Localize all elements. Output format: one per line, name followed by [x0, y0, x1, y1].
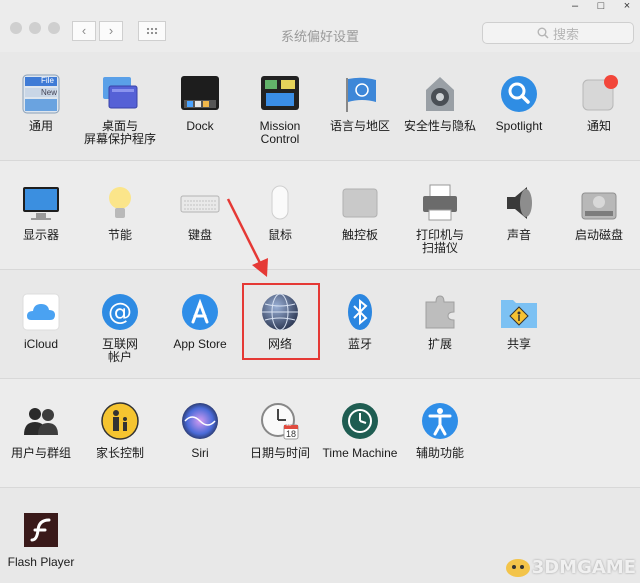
parental-controls-icon — [100, 401, 140, 441]
pref-flash-player[interactable]: Flash Player — [2, 510, 80, 569]
pref-sound[interactable]: 声音 — [480, 183, 558, 242]
desktop-screensaver-icon — [100, 74, 140, 114]
pref-label: 用户与群组 — [10, 446, 71, 460]
pref-label: 共享 — [506, 337, 531, 351]
pref-label: 打印机与 扫描仪 — [415, 228, 464, 255]
window-controls: – □ × — [562, 0, 640, 12]
pref-trackpad[interactable]: 触控板 — [321, 183, 399, 242]
pref-label: 启动磁盘 — [574, 228, 623, 242]
annotation-arrow-icon — [226, 198, 268, 277]
search-field[interactable]: 搜索 — [482, 22, 634, 44]
pref-label: iCloud — [23, 337, 59, 351]
watermark: 3DMGAME — [504, 556, 636, 578]
pref-notifications[interactable]: 通知 — [560, 74, 638, 133]
pref-printers-scanners[interactable]: 打印机与 扫描仪 — [401, 183, 479, 255]
minimize-button[interactable]: – — [562, 0, 588, 12]
pref-users-groups[interactable]: 用户与群组 — [2, 401, 80, 460]
keyboard-icon — [180, 183, 220, 223]
pref-label: 触控板 — [341, 228, 378, 242]
pref-label: Siri — [191, 446, 209, 460]
security-privacy-icon — [420, 74, 460, 114]
pref-label: App Store — [173, 337, 227, 351]
pref-accessibility[interactable]: 辅助功能 — [401, 401, 479, 460]
time-machine-icon — [340, 401, 380, 441]
pref-energy-saver[interactable]: 节能 — [81, 183, 159, 242]
energy-saver-icon — [100, 183, 140, 223]
pref-startup-disk[interactable]: 启动磁盘 — [560, 183, 638, 242]
calendar-month-text: JUL — [286, 423, 292, 427]
watermark-logo-icon — [505, 559, 530, 577]
startup-disk-icon — [579, 183, 619, 223]
general-icon-new-text: New — [41, 88, 58, 97]
pref-label: 语言与地区 — [329, 119, 390, 133]
bluetooth-icon — [340, 292, 380, 332]
pref-label: 辅助功能 — [415, 446, 464, 460]
search-placeholder: 搜索 — [552, 26, 579, 42]
pref-label: 通知 — [586, 119, 611, 133]
pref-label: 蓝牙 — [347, 337, 372, 351]
pref-icloud[interactable]: iCloud — [2, 292, 80, 351]
pref-security-privacy[interactable]: 安全性与隐私 — [401, 74, 479, 133]
sound-icon — [499, 183, 539, 223]
trackpad-icon — [340, 183, 380, 223]
mission-control-icon — [260, 74, 300, 114]
close-button[interactable]: × — [614, 0, 640, 12]
internet-accounts-icon: @ — [100, 292, 140, 332]
calendar-day-text: 18 — [286, 429, 297, 439]
pref-language-region[interactable]: 语言与地区 — [321, 74, 399, 133]
pref-time-machine[interactable]: Time Machine — [321, 401, 399, 460]
pref-label: 日期与时间 — [249, 446, 310, 460]
search-icon — [537, 27, 549, 39]
pref-bluetooth[interactable]: 蓝牙 — [321, 292, 399, 351]
extensions-icon — [420, 292, 460, 332]
dock-icon — [180, 74, 220, 114]
pref-siri[interactable]: Siri — [161, 401, 239, 460]
pref-mission-control[interactable]: Mission Control — [241, 74, 319, 146]
pref-extensions[interactable]: 扩展 — [401, 292, 479, 351]
pref-label: 桌面与 屏幕保护程序 — [83, 119, 156, 146]
pref-parental-controls[interactable]: 家长控制 — [81, 401, 159, 460]
displays-icon — [21, 183, 61, 223]
pref-label: Time Machine — [322, 446, 398, 460]
pref-desktop-screensaver[interactable]: 桌面与 屏幕保护程序 — [81, 74, 159, 146]
pref-label: 互联网 帐户 — [101, 337, 138, 364]
date-time-icon: JUL 18 — [260, 401, 300, 441]
app-store-icon — [180, 292, 220, 332]
pref-label: 扩展 — [427, 337, 452, 351]
pref-dock[interactable]: Dock — [161, 74, 239, 133]
pref-app-store[interactable]: App Store — [161, 292, 239, 351]
notifications-icon — [579, 74, 619, 114]
accessibility-icon — [420, 401, 460, 441]
pref-label: Flash Player — [7, 555, 75, 569]
printers-scanners-icon — [420, 183, 460, 223]
pref-internet-accounts[interactable]: @ 互联网 帐户 — [81, 292, 159, 364]
pref-label: 通用 — [28, 119, 53, 133]
sharing-icon — [499, 292, 539, 332]
spotlight-icon — [499, 74, 539, 114]
pref-label: Dock — [186, 119, 214, 133]
pref-label: 安全性与隐私 — [403, 119, 476, 133]
language-region-icon — [340, 74, 380, 114]
pref-date-time[interactable]: JUL 18 日期与时间 — [241, 401, 319, 460]
icloud-icon — [21, 292, 61, 332]
users-groups-icon — [21, 401, 61, 441]
pref-label: Mission Control — [259, 119, 301, 146]
pref-label: Spotlight — [495, 119, 543, 133]
general-icon-file-text: File — [41, 76, 54, 85]
pref-label: 显示器 — [22, 228, 59, 242]
pref-label: 家长控制 — [95, 446, 144, 460]
general-icon: File New — [21, 74, 61, 114]
pref-label: 声音 — [506, 228, 531, 242]
pref-general[interactable]: File New 通用 — [2, 74, 80, 133]
pref-sharing[interactable]: 共享 — [480, 292, 558, 351]
highlight-box — [242, 283, 320, 360]
flash-player-icon — [21, 510, 61, 550]
maximize-button[interactable]: □ — [588, 0, 614, 12]
svg-text:@: @ — [108, 298, 132, 326]
pref-spotlight[interactable]: Spotlight — [480, 74, 558, 133]
pref-label: 节能 — [107, 228, 132, 242]
siri-icon — [180, 401, 220, 441]
pref-displays[interactable]: 显示器 — [2, 183, 80, 242]
watermark-text: 3DMGAME — [531, 556, 636, 578]
